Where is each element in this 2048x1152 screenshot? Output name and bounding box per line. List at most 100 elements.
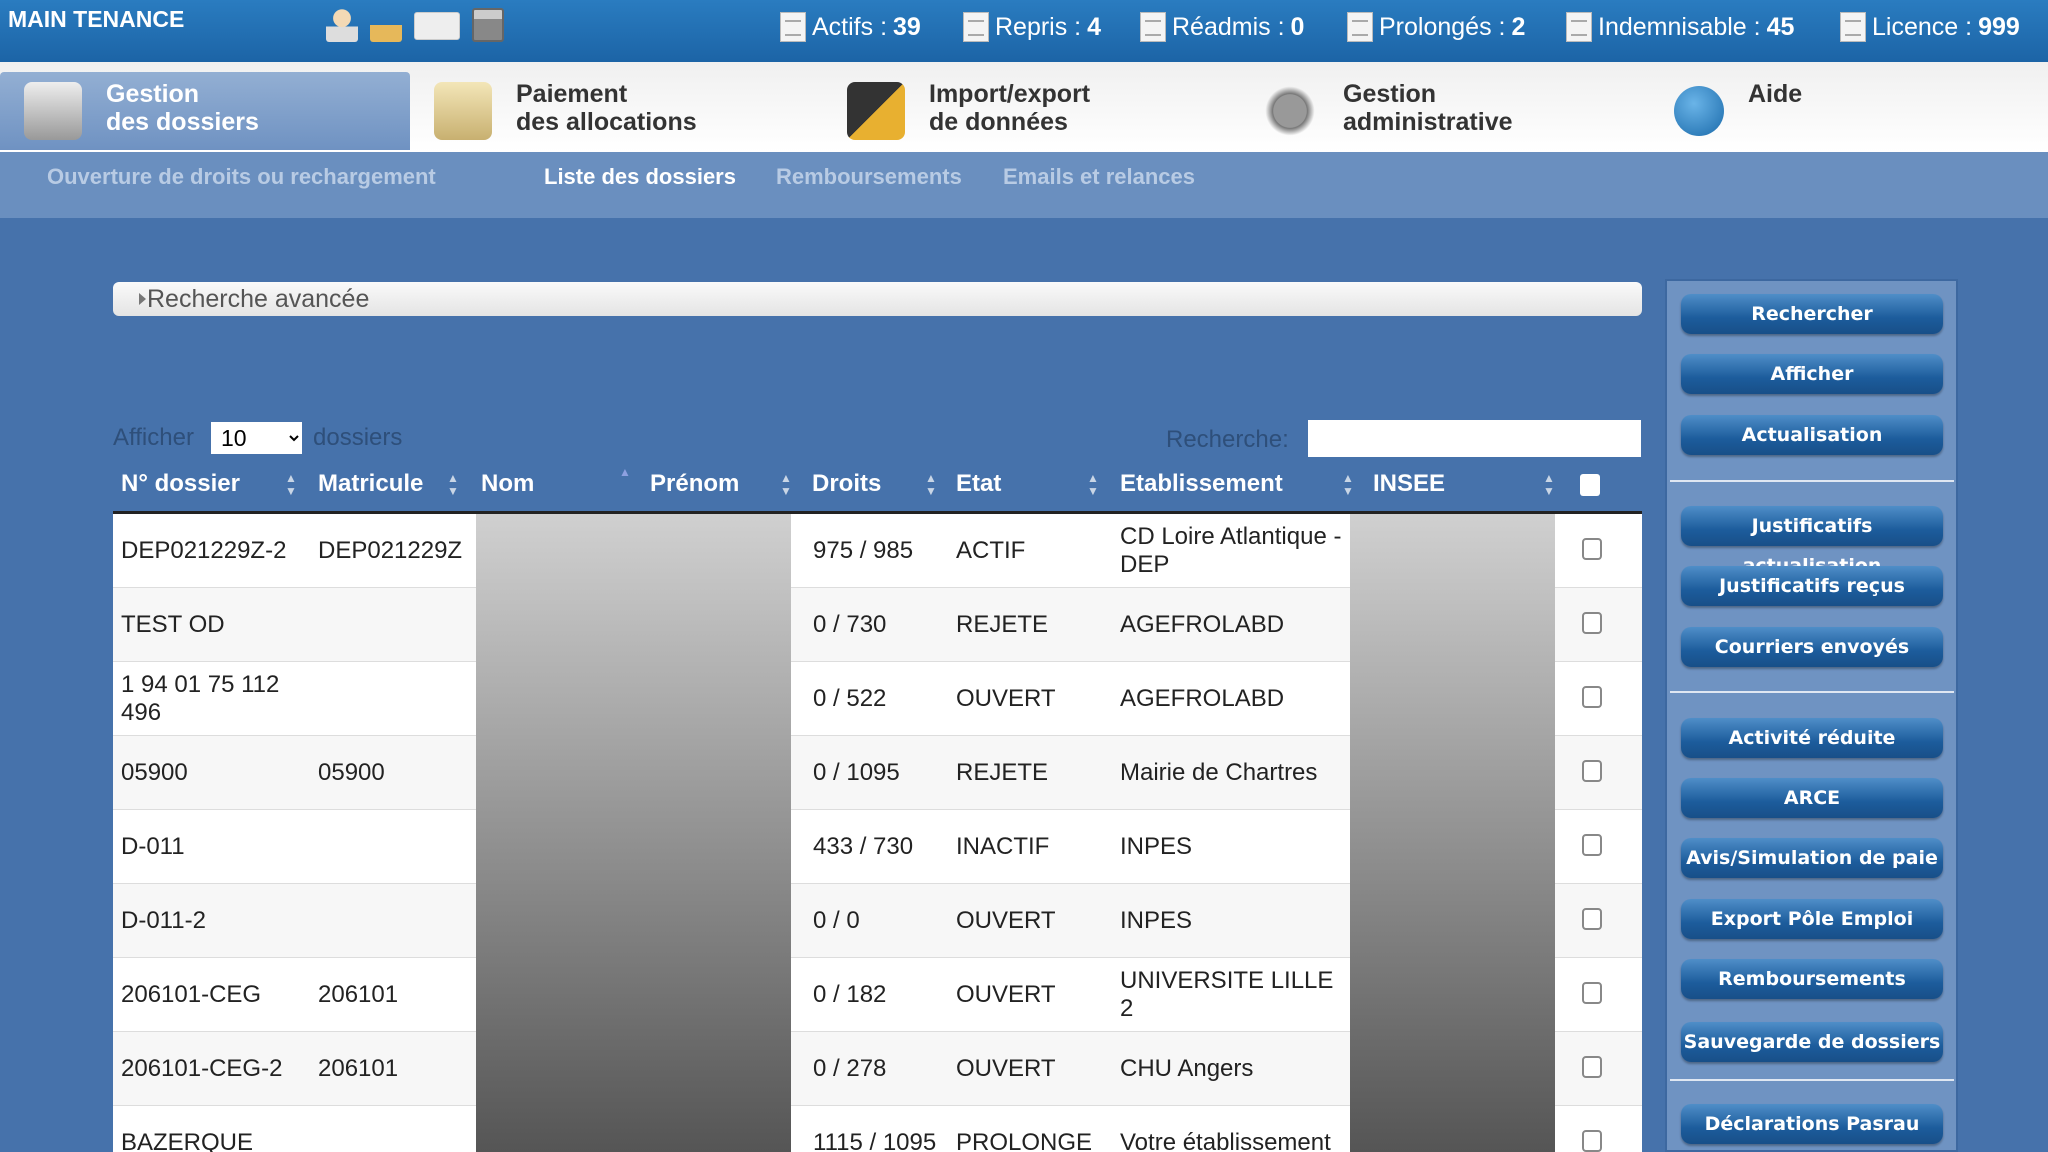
stat-0[interactable]: Actifs : 39 <box>780 12 921 42</box>
column-header-7[interactable]: INSEE <box>1373 470 1445 498</box>
action-button[interactable]: Remboursements <box>1681 959 1943 999</box>
nav-line1: Aide <box>1748 80 1803 108</box>
cell-etat: OUVERT <box>956 906 1056 934</box>
nav-tab-0[interactable]: Gestion des dossiers <box>0 72 410 150</box>
cell-matricule: 206101 <box>318 1054 399 1082</box>
action-button[interactable]: Déclarations Pasrau <box>1681 1104 1943 1144</box>
subnav-item-3[interactable]: Emails et relances <box>1003 164 1195 190</box>
cell-etat: INACTIF <box>956 832 1050 860</box>
search-label: Recherche: <box>1166 426 1289 453</box>
sort-icon[interactable]: ▲ ▼ <box>1342 472 1354 500</box>
calculator-icon[interactable] <box>472 8 504 42</box>
action-button[interactable]: Activité réduite <box>1681 718 1943 758</box>
stat-1[interactable]: Repris : 4 <box>963 12 1101 42</box>
cell-etab: Mairie de Chartres <box>1120 758 1318 786</box>
cell-dossier: 206101-CEG-2 <box>121 1054 283 1082</box>
cell-etab: CD Loire Atlantique - DEP <box>1120 522 1342 578</box>
row-checkbox[interactable] <box>1582 760 1602 782</box>
user-icon[interactable] <box>326 8 358 42</box>
stat-4[interactable]: Indemnisable : 45 <box>1566 12 1794 42</box>
column-header-1[interactable]: Matricule <box>318 470 423 498</box>
stat-value: 0 <box>1290 12 1305 41</box>
row-checkbox[interactable] <box>1582 612 1602 634</box>
action-button[interactable]: Sauvegarde de dossiers <box>1681 1022 1943 1062</box>
sort-icon[interactable]: ▲ ▼ <box>1543 472 1555 500</box>
cell-droits: 0 / 522 <box>813 684 887 712</box>
stat-2[interactable]: Réadmis : 0 <box>1140 12 1304 42</box>
cell-etat: OUVERT <box>956 980 1056 1008</box>
sort-asc-icon[interactable]: ▲ <box>619 466 631 494</box>
stat-value: 45 <box>1766 12 1795 41</box>
sort-icon[interactable]: ▲ ▼ <box>285 472 297 500</box>
cell-droits: 975 / 985 <box>813 536 914 564</box>
cell-droits: 1115 / 1095 <box>813 1128 937 1152</box>
cell-droits: 0 / 182 <box>813 980 887 1008</box>
row-checkbox[interactable] <box>1582 834 1602 856</box>
column-header-3[interactable]: Prénom <box>650 470 739 498</box>
nom-prenom-column-redacted <box>476 514 791 1152</box>
cell-matricule <box>318 884 478 957</box>
search-input[interactable] <box>1308 420 1641 457</box>
column-header-4[interactable]: Droits <box>812 470 881 498</box>
subnav-item-2[interactable]: Remboursements <box>776 164 962 190</box>
action-button[interactable]: Rechercher <box>1681 294 1943 334</box>
stat-label: Réadmis : <box>1172 12 1285 41</box>
action-button[interactable]: Justificatifs reçus <box>1681 566 1943 606</box>
action-button[interactable]: Afficher <box>1681 354 1943 394</box>
cell-etat: OUVERT <box>956 684 1056 712</box>
cell-droits: 433 / 730 <box>813 832 914 860</box>
nav-tab-2[interactable]: Import/export de données <box>823 72 1233 150</box>
cell-etab: UNIVERSITE LILLE 2 <box>1120 966 1334 1022</box>
row-checkbox[interactable] <box>1582 686 1602 708</box>
panel-divider <box>1670 1079 1954 1081</box>
nav-tab-4[interactable]: Aide <box>1650 72 2048 150</box>
sort-icon[interactable]: ▲ ▼ <box>925 472 937 500</box>
nav-tab-label: Paiement des allocations <box>516 80 697 136</box>
mail-icon[interactable] <box>414 12 460 40</box>
stat-3[interactable]: Prolongés : 2 <box>1347 12 1525 42</box>
nav-tab-3[interactable]: Gestion administrative <box>1237 72 1647 150</box>
stat-label: Actifs : <box>812 12 888 41</box>
action-button[interactable]: Justificatifs actualisation <box>1681 506 1943 577</box>
column-header-0[interactable]: N° dossier <box>121 470 240 498</box>
length-suffix: dossiers <box>313 424 403 451</box>
select-all-checkbox[interactable] <box>1580 474 1600 496</box>
nav-line1: Paiement <box>516 80 628 108</box>
cell-matricule <box>318 662 478 735</box>
subnav-item-0[interactable]: Ouverture de droits ou rechargement <box>47 164 436 190</box>
subnav-item-1[interactable]: Liste des dossiers <box>544 164 736 190</box>
sort-icon[interactable]: ▲ ▼ <box>447 472 459 500</box>
length-prefix: Afficher <box>113 424 194 451</box>
action-button[interactable]: Actualisation <box>1681 415 1943 455</box>
action-button[interactable]: Avis/Simulation de paie <box>1681 838 1943 878</box>
stat-5[interactable]: Licence : 999 <box>1840 12 2020 42</box>
nav-tab-1[interactable]: Paiement des allocations <box>410 72 820 150</box>
row-checkbox[interactable] <box>1582 982 1602 1004</box>
cell-matricule <box>318 1106 478 1152</box>
row-checkbox[interactable] <box>1582 1130 1602 1152</box>
action-button[interactable]: ARCE <box>1681 778 1943 818</box>
action-button[interactable]: Courriers envoyés <box>1681 627 1943 667</box>
sort-icon[interactable]: ▲ ▼ <box>1087 472 1099 500</box>
row-checkbox[interactable] <box>1582 538 1602 560</box>
sort-icon[interactable]: ▲ ▼ <box>780 472 792 500</box>
nav-tab-label: Gestion administrative <box>1343 80 1513 136</box>
nav-tab-label: Aide <box>1748 80 1802 108</box>
help-icon <box>1674 86 1724 136</box>
cell-dossier: D-011-2 <box>121 906 206 934</box>
stat-value: 2 <box>1511 12 1526 41</box>
row-checkbox[interactable] <box>1582 908 1602 930</box>
filing-cabinet-icon <box>24 82 82 140</box>
page-length-select[interactable]: 10 <box>211 422 302 454</box>
column-header-5[interactable]: Etat <box>956 470 1001 498</box>
column-header-6[interactable]: Etablissement <box>1120 470 1283 498</box>
advanced-search-toggle[interactable]: Recherche avancée <box>113 282 1642 316</box>
action-button[interactable]: Export Pôle Emploi <box>1681 899 1943 939</box>
nav-line2: administrative <box>1343 108 1513 136</box>
column-header-2[interactable]: Nom <box>481 470 534 498</box>
row-checkbox[interactable] <box>1582 1056 1602 1078</box>
panel-divider <box>1670 691 1954 693</box>
cell-etab: INPES <box>1120 906 1193 934</box>
cell-droits: 0 / 0 <box>813 906 860 934</box>
tools-icon[interactable] <box>370 8 402 42</box>
